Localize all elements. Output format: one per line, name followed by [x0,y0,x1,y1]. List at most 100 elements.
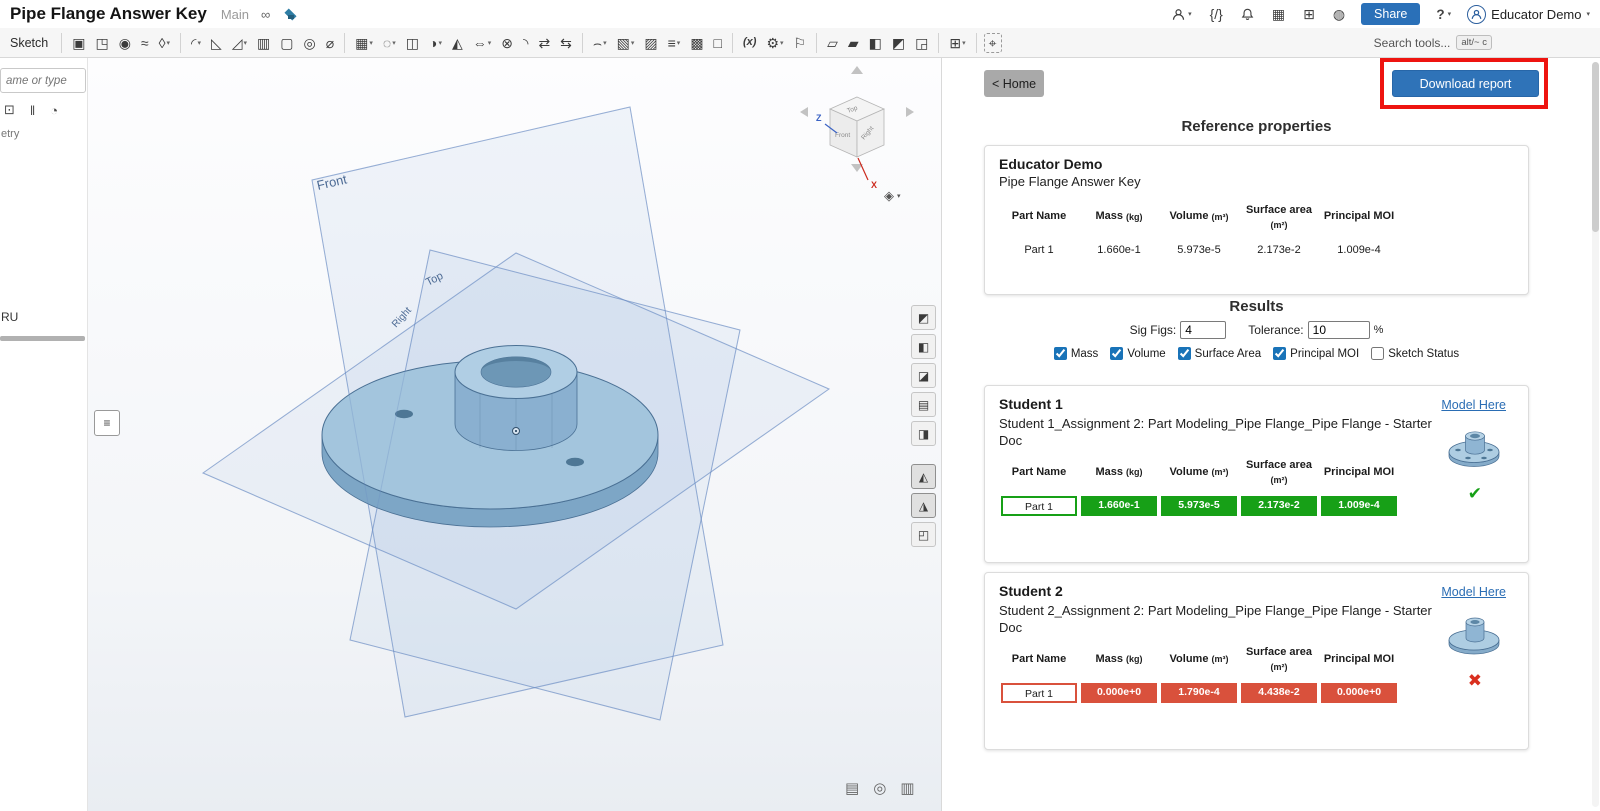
user-menu[interactable]: Educator Demo ▾ [1467,5,1590,24]
toolbar-separator [732,33,733,53]
feature-item-label[interactable]: RU [1,310,18,324]
perspective-icon[interactable]: ◨ [911,421,936,446]
checkbox[interactable] [1273,347,1286,360]
filter-input[interactable] [0,68,86,93]
offset-surface-icon[interactable]: ≡▾ [665,34,684,52]
checkbox[interactable] [1110,347,1123,360]
orbit-icon[interactable]: ◎ [873,779,886,797]
modify-fillet-icon[interactable]: ◝ [520,34,531,52]
fill-surface-icon[interactable]: ▨ [641,34,660,52]
stats-icon[interactable]: ▥ [900,779,914,797]
graphics-area[interactable]: Front Top Right Top Front Right Z X [0,58,941,811]
boundary-surface-icon[interactable]: ▧▾ [614,34,638,52]
hidden-edges-icon[interactable]: ◪ [911,363,936,388]
move-face-icon[interactable]: ⇄ [535,34,553,52]
checkbox[interactable] [1371,347,1384,360]
rotate-left-arrow[interactable] [800,107,808,117]
boolean-icon[interactable]: ◑▾ [426,34,445,52]
draft-icon[interactable]: ◿▾ [229,34,250,52]
isolate-icon[interactable]: ◭ [911,464,936,489]
notifications-bell-icon[interactable] [1241,8,1254,21]
check-sketch-status[interactable]: Sketch Status [1371,347,1459,360]
rib-icon[interactable]: ▥ [254,34,273,52]
zoom-fit-icon[interactable]: ◰ [911,522,936,547]
sheet-metal-finish-icon[interactable]: ◲ [912,34,931,52]
help-menu-button[interactable]: ?▾ [1436,7,1451,22]
sig-figs-input[interactable] [1180,321,1226,339]
scrollbar-thumb[interactable] [1592,62,1599,232]
user-actions-icon[interactable]: ▾ [1172,8,1192,21]
check-mass[interactable]: Mass [1054,347,1098,360]
sheet-metal-corner-icon[interactable]: ◩ [889,34,908,52]
transform-icon[interactable]: ⇔▾ [470,34,495,52]
snap-mode-icon[interactable]: ⌖ [984,33,1002,53]
rotate-right-arrow[interactable] [906,107,914,117]
workspace-label[interactable]: Main [221,7,249,22]
results-checkboxes: Mass Volume Surface Area Principal MOI Sketc… [984,347,1529,360]
mirror-icon[interactable]: ◫ [403,34,422,52]
model-here-link[interactable]: Model Here [1441,585,1506,599]
home-button[interactable]: < Home [984,70,1044,97]
download-report-button[interactable]: Download report [1392,70,1539,97]
classroom-icon[interactable] [282,8,299,21]
linear-pattern-icon[interactable]: ▦▾ [352,34,376,52]
check-volume[interactable]: Volume [1110,347,1165,360]
link-icon[interactable]: ∞ [261,7,270,22]
panel-scrollbar[interactable] [1592,62,1599,807]
check-surface-area[interactable]: Surface Area [1178,347,1261,360]
mutual-trim-icon[interactable]: □ [711,34,725,52]
rotate-up-arrow[interactable] [851,66,863,74]
sketch-button[interactable]: Sketch [10,36,48,50]
feature-list-toggle-button[interactable]: ≡ [94,410,120,436]
surface-extrude-icon[interactable]: ⌢▾ [590,34,610,52]
spreadsheet-icon[interactable]: ▦ [1272,6,1285,23]
snapshot-icon[interactable]: ▤ [845,779,859,797]
custom-feature-icon[interactable]: ⚙▾ [763,34,786,52]
view-orientation-icon[interactable]: ◩ [911,305,936,330]
tolerance-input[interactable] [1308,321,1370,339]
variable-icon[interactable]: (x) [740,35,759,50]
split-icon[interactable]: ◭ [449,34,466,52]
rollback-history-icon[interactable]: ◔ [50,103,58,118]
model-here-link[interactable]: Model Here [1441,398,1506,412]
app-store-icon[interactable]: ⊞ [1303,6,1315,23]
help-center-icon[interactable]: ◍ [1333,6,1345,23]
search-tools[interactable]: Search tools... alt/~ c [1374,35,1592,50]
sheet-metal-tab-icon[interactable]: ◧ [866,34,885,52]
z-axis-label: Z [816,113,822,123]
loft-icon[interactable]: ◊▾ [156,34,173,52]
hole-icon[interactable]: ◎ [301,34,319,52]
frame-icon[interactable]: ⊞▾ [946,34,968,52]
thread-icon[interactable]: ⌀ [323,34,337,52]
bolt-hole[interactable] [395,410,413,418]
insert-icon[interactable]: ▣ [69,34,88,52]
shaded-view-icon[interactable]: ▤ [911,392,936,417]
bolt-hole[interactable] [566,458,584,466]
check-principal-moi[interactable]: Principal MOI [1273,347,1359,360]
shell-icon[interactable]: ▢ [277,34,296,52]
extrude-icon[interactable]: ◳ [92,34,111,52]
replace-face-icon[interactable]: ⇆ [557,34,575,52]
delete-part-icon[interactable]: ⊗ [498,34,516,52]
checkbox[interactable] [1178,347,1191,360]
explode-icon[interactable]: ◮ [911,493,936,518]
suppress-pause-icon[interactable]: ‖ [30,103,35,118]
sheet-metal-model-icon[interactable]: ▱ [824,34,841,52]
filter-icon[interactable]: ⊡ [4,102,15,118]
sweep-icon[interactable]: ≈ [138,34,152,52]
sheet-metal-flange-icon[interactable]: ▰ [845,34,862,52]
search-tools-label[interactable]: Search tools... [1374,36,1451,50]
fillet-icon[interactable]: ◜▾ [188,34,204,52]
thicken-icon[interactable]: ▩ [687,34,706,52]
featurescript-icon[interactable]: {/} [1210,6,1223,22]
tag-icon[interactable]: ⚐ [791,34,810,52]
revolve-icon[interactable]: ◉ [116,34,134,52]
view-cube[interactable]: Top Front Right Z X [800,66,914,190]
checkbox[interactable] [1054,347,1067,360]
chamfer-icon[interactable]: ◺ [208,34,225,52]
display-mode-button[interactable]: ◈ ▾ [884,188,901,204]
share-button[interactable]: Share [1361,3,1420,25]
horizontal-scrollbar[interactable] [0,336,85,341]
section-view-icon[interactable]: ◧ [911,334,936,359]
circular-pattern-icon[interactable]: ◌▾ [380,34,399,52]
